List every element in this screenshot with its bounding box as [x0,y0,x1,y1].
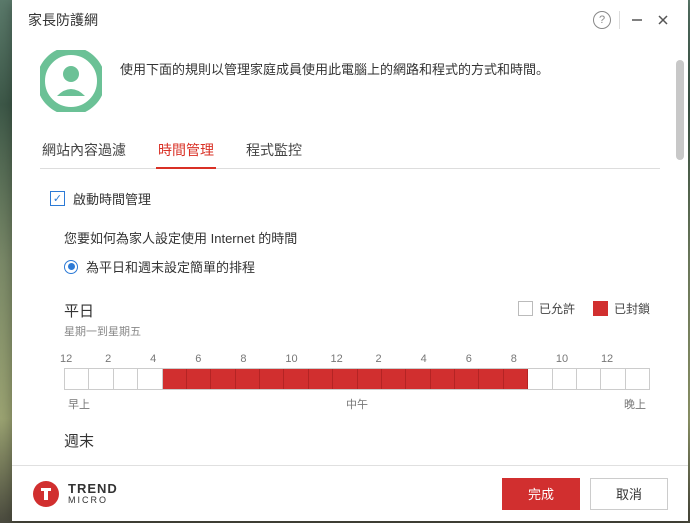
hour-tick: 4 [421,353,466,365]
minimize-button[interactable] [624,7,650,33]
footer-buttons: 完成 取消 [502,478,668,510]
cancel-button[interactable]: 取消 [590,478,668,510]
weekday-header: 平日 星期一到星期五 已允許 已封鎖 [64,300,650,339]
close-button[interactable] [650,7,676,33]
hour-cell[interactable] [626,369,649,389]
schedule-option-row: 為平日和週末設定簡單的排程 [64,257,650,276]
done-button[interactable]: 完成 [502,478,580,510]
hour-cell[interactable] [163,369,187,389]
hour-cell[interactable] [236,369,260,389]
hour-tick: 8 [511,353,556,365]
brand-logo-icon [32,480,60,508]
period-morning: 早上 [68,396,90,412]
hour-cell[interactable] [431,369,455,389]
hour-grid[interactable] [64,368,650,390]
separator [619,11,620,29]
hour-labels: 122468101224681012 [64,353,650,365]
hour-tick: 6 [466,353,511,365]
hour-cell[interactable] [553,369,577,389]
hour-cell[interactable] [504,369,528,389]
enable-row: ✓ 啟動時間管理 [50,189,650,208]
legend-blocked: 已封鎖 [593,300,650,317]
hour-tick: 12 [330,353,375,365]
intro-section: 使用下面的規則以管理家庭成員使用此電腦上的網路和程式的方式和時間。 [40,50,660,112]
hour-cell[interactable] [187,369,211,389]
intro-text: 使用下面的規則以管理家庭成員使用此電腦上的網路和程式的方式和時間。 [120,50,549,80]
legend-allowed: 已允許 [518,300,575,317]
close-icon [657,14,669,26]
hour-cell[interactable] [114,369,138,389]
blocked-swatch [593,301,608,316]
scrollbar[interactable] [676,60,684,160]
hour-tick: 10 [556,353,601,365]
hour-cell[interactable] [260,369,284,389]
brand-top: TREND [68,482,118,496]
hour-tick: 4 [150,353,195,365]
legend-blocked-label: 已封鎖 [614,300,650,317]
brand-text: TREND MICRO [68,482,118,505]
hour-cell[interactable] [309,369,333,389]
tabs: 網站內容過濾時間管理程式監控 [40,134,660,169]
weekend-title: 週末 [64,430,650,451]
hour-tick: 12 [60,353,105,365]
tab-2[interactable]: 程式監控 [244,134,304,168]
hour-cell[interactable] [89,369,113,389]
hour-tick: 8 [240,353,285,365]
hour-cell[interactable] [138,369,162,389]
hour-tick: 12 [601,353,646,365]
hour-cell[interactable] [333,369,357,389]
hour-cell[interactable] [601,369,625,389]
hour-tick: 2 [105,353,150,365]
tab-1[interactable]: 時間管理 [156,134,216,168]
weekday-schedule: 122468101224681012 早上 中午 晚上 [64,353,650,412]
footer: TREND MICRO 完成 取消 [12,465,688,521]
hour-cell[interactable] [211,369,235,389]
enable-label: 啟動時間管理 [73,189,151,208]
help-button[interactable]: ? [589,7,615,33]
hour-tick: 6 [195,353,240,365]
legend: 已允許 已封鎖 [518,300,650,317]
time-management-section: ✓ 啟動時間管理 您要如何為家人設定使用 Internet 的時間 為平日和週末… [40,185,660,455]
period-noon: 中午 [346,396,368,412]
brand-bottom: MICRO [68,496,118,505]
weekday-title: 平日 [64,300,141,321]
hour-cell[interactable] [382,369,406,389]
enable-checkbox[interactable]: ✓ [50,191,65,206]
allowed-swatch [518,301,533,316]
hour-cell[interactable] [528,369,552,389]
brand: TREND MICRO [32,480,118,508]
hour-cell[interactable] [358,369,382,389]
hour-tick: 10 [285,353,330,365]
hour-cell[interactable] [284,369,308,389]
legend-allowed-label: 已允許 [539,300,575,317]
minimize-icon [631,14,643,26]
hour-cell[interactable] [479,369,503,389]
help-icon: ? [593,11,611,29]
hour-cell[interactable] [406,369,430,389]
period-evening: 晚上 [624,396,646,412]
content-area: 使用下面的規則以管理家庭成員使用此電腦上的網路和程式的方式和時間。 網站內容過濾… [12,40,688,465]
schedule-question: 您要如何為家人設定使用 Internet 的時間 [64,228,650,247]
simple-schedule-radio[interactable] [64,260,78,274]
profile-avatar-icon [40,50,102,112]
parental-controls-window: 家長防護網 ? 使用下面的規則以管理家庭成員使用此電腦上的網路和程式的方式和時間… [12,0,688,521]
tab-0[interactable]: 網站內容過濾 [40,134,128,168]
titlebar: 家長防護網 ? [12,0,688,40]
hour-cell[interactable] [577,369,601,389]
simple-schedule-label: 為平日和週末設定簡單的排程 [86,257,255,276]
hour-tick: 2 [376,353,421,365]
hour-cell[interactable] [455,369,479,389]
period-labels: 早上 中午 晚上 [64,396,650,412]
weekday-subtitle: 星期一到星期五 [64,323,141,339]
window-title: 家長防護網 [28,10,589,30]
schedule-subsection: 您要如何為家人設定使用 Internet 的時間 為平日和週末設定簡單的排程 平… [64,228,650,451]
hour-cell[interactable] [65,369,89,389]
